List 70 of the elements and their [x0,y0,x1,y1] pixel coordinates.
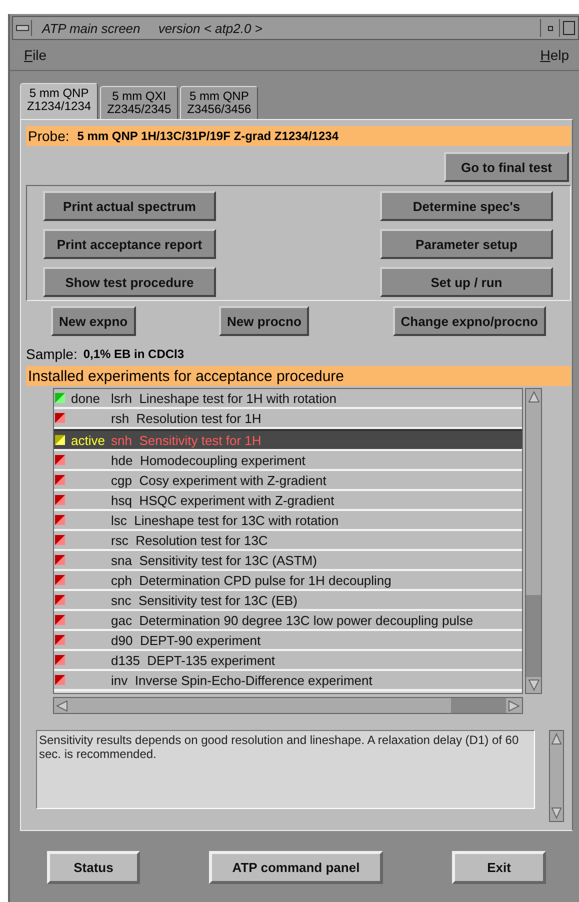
horizontal-scrollbar[interactable] [53,697,523,714]
footer-button[interactable]: Exit [452,851,546,884]
experiment-row[interactable]: active snh Sensitivity test for 1H [54,429,522,451]
experiment-row[interactable]: hde Homodecoupling experiment [54,451,522,471]
experiment-text: lsc Lineshape test for 13C with rotation [111,512,339,528]
experiment-text: rsc Resolution test for 13C [111,532,268,548]
experiment-row[interactable]: done lsrh Lineshape test for 1H with rotation [54,389,522,409]
experiment-row[interactable]: snc Sensitivity test for 13C (EB) [54,591,522,611]
action-button[interactable]: Print acceptance report [43,229,216,259]
experiment-text: snc Sensitivity test for 13C (EB) [111,592,298,608]
footer-button[interactable]: ATP command panel [209,851,383,884]
vertical-scrollbar[interactable] [525,388,542,694]
experiment-text: cph Determination CPD pulse for 1H decoupling [111,572,392,588]
probe-label: Probe: [28,128,70,144]
experiment-row[interactable]: inv Inverse Spin-Echo-Difference experiment [54,671,522,691]
footer-button[interactable]: Status [47,851,140,884]
experiment-text: snh Sensitivity test for 1H [111,432,262,448]
scroll-down-icon[interactable] [551,807,562,819]
experiment-text: hde Homodecoupling experiment [111,452,306,468]
maximize-icon[interactable] [559,19,578,37]
info-text: Sensitivity results depends on good resolution and lineshape. A relaxation delay (D1) of 60 sec. is recommended. [36,730,535,809]
scrollbar-thumb[interactable] [451,698,506,713]
scroll-right-icon[interactable] [508,700,520,712]
expno-button[interactable]: New expno [51,306,136,336]
sample-label: Sample: [26,346,78,362]
status-label: done [71,390,100,406]
experiment-text: hsq HSQC experiment with Z-gradient [111,492,334,508]
experiment-row[interactable]: d135 DEPT-135 experiment [54,651,522,671]
sample-value: 0,1% EB in CDCl3 [83,347,184,361]
menu-item[interactable]: Help [540,47,569,63]
scroll-down-icon[interactable] [528,679,540,691]
experiment-row[interactable]: sna Sensitivity test for 13C (ASTM) [54,551,522,571]
action-button[interactable]: Parameter setup [380,229,553,259]
expno-button[interactable]: New procno [218,306,310,336]
experiment-row[interactable]: cgp Cosy experiment with Z-gradient [54,471,522,491]
experiment-row[interactable]: rsh Resolution test for 1H [54,409,522,429]
experiment-row[interactable]: lsc Lineshape test for 13C with rotation [54,511,522,531]
experiment-row[interactable]: gac Determination 90 degree 13C low power decoupling pulse [54,611,522,631]
status-label: active [71,432,105,448]
probe-tab[interactable]: 5 mm QXI Z2345/2345 [100,86,178,119]
probe-value: 5 mm QNP 1H/13C/31P/19F Z-grad Z1234/1234 [77,129,338,143]
scroll-left-icon[interactable] [56,700,68,712]
action-button[interactable]: Determine spec's [380,191,553,221]
window-menu-icon[interactable] [13,20,32,36]
action-button[interactable]: Print actual spectrum [43,191,216,221]
experiment-row[interactable]: hsq HSQC experiment with Z-gradient [54,491,522,511]
action-button[interactable]: Show test procedure [43,267,216,297]
experiments-header: Installed experiments for acceptance procedure [26,366,571,386]
probe-tab[interactable]: 5 mm QNP Z3456/3456 [180,86,258,119]
experiment-row[interactable]: rsc Resolution test for 13C [54,531,522,551]
expno-button[interactable]: Change expno/procno [392,306,546,336]
experiment-text: d90 DEPT-90 experiment [111,632,261,648]
scroll-up-icon[interactable] [528,391,540,403]
scrollbar-thumb[interactable] [526,595,541,677]
experiment-text: lsrh Lineshape test for 1H with rotation [111,390,336,406]
experiment-text: d135 DEPT-135 experiment [111,652,276,668]
action-button[interactable]: Set up / run [380,267,553,297]
window-title: ATP main screen version < atp2.0 > [42,20,264,36]
experiment-row[interactable]: cph Determination CPD pulse for 1H decoupling [54,571,522,591]
vertical-scrollbar[interactable] [549,730,564,822]
experiment-text: sna Sensitivity test for 13C (ASTM) [111,552,317,568]
menu-item[interactable]: File [24,47,47,63]
final-test-button[interactable]: Go to final test [444,152,569,182]
experiment-text: inv Inverse Spin-Echo-Difference experiment [111,672,372,688]
scroll-up-icon[interactable] [551,733,562,745]
experiment-text: gac Determination 90 degree 13C low power decoupling pulse [111,612,474,628]
experiment-text: rsh Resolution test for 1H [111,410,262,426]
experiment-row[interactable]: d90 DEPT-90 experiment [54,631,522,651]
probe-tab[interactable]: 5 mm QNP Z1234/1234 [20,83,98,119]
experiment-text: cgp Cosy experiment with Z-gradient [111,472,326,488]
